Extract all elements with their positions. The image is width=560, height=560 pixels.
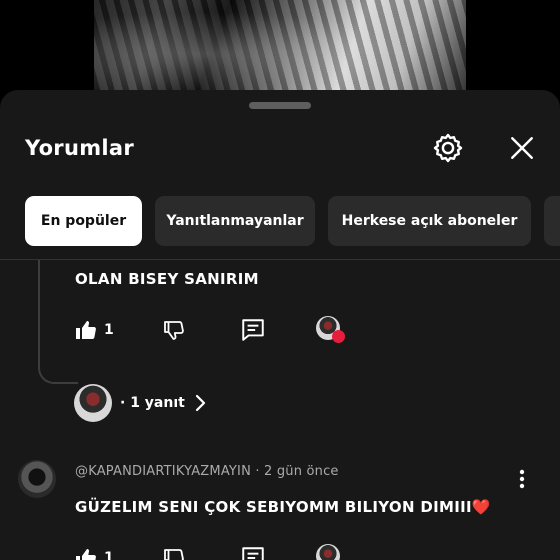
author-avatar[interactable] [18, 460, 56, 498]
reply-avatar [74, 384, 112, 422]
comment-time: · 2 gün önce [255, 464, 339, 479]
dislike-button[interactable] [162, 318, 186, 342]
chevron-right-icon [195, 394, 205, 412]
gear-icon [433, 133, 463, 163]
comment-icon [242, 319, 264, 341]
like-button-2[interactable]: 1 [74, 546, 114, 560]
drag-handle[interactable] [249, 102, 311, 109]
filter-chips: En popüler Yanıtlanmayanlar Herkese açık… [25, 196, 560, 246]
heart-icon [331, 330, 345, 343]
like-count-2: 1 [104, 550, 114, 560]
comment-meta: @KAPANDIARTIKYAZMAYIN · 2 gün önce [75, 464, 339, 479]
comment-text: OLAN BISEY SANIRIM [75, 270, 259, 288]
dislike-button-2[interactable] [162, 546, 186, 560]
like-button[interactable]: 1 [74, 318, 114, 342]
close-icon [511, 137, 533, 159]
thumbs-up-icon [76, 549, 96, 560]
reply-button-2[interactable] [240, 545, 266, 560]
reply-button[interactable] [240, 317, 266, 343]
comment-author[interactable]: @KAPANDIARTIKYAZMAYIN [75, 464, 251, 479]
creator-heart-2 [315, 544, 344, 560]
chip-en-populer[interactable]: En popüler [25, 196, 142, 246]
more-vert-icon[interactable] [512, 468, 532, 490]
chip-yanitlanmayanlar[interactable]: Yanıtlanmayanlar [155, 196, 315, 246]
replies-label: · 1 yanıt [120, 395, 185, 411]
creator-heart [315, 316, 345, 344]
thumbs-down-icon [163, 549, 184, 560]
thread-line [38, 260, 78, 384]
comment-actions-2: 1 [74, 544, 344, 560]
comment-icon [242, 547, 264, 560]
comment-actions: 1 [74, 316, 345, 344]
thumbs-down-icon [163, 321, 184, 340]
replies-button[interactable]: · 1 yanıt [74, 384, 209, 422]
comment-text-2: GÜZELIM SENI ÇOK SEBIYOMM BILIYON DIMIII… [75, 498, 491, 516]
close-button[interactable] [502, 128, 542, 168]
sheet-title: Yorumlar [25, 136, 135, 160]
like-count: 1 [104, 322, 114, 338]
chip-herkese-acik-aboneler[interactable]: Herkese açık aboneler [328, 196, 531, 246]
creator-avatar [315, 544, 340, 560]
thumbs-up-icon [76, 321, 96, 339]
comments-sheet: Yorumlar En popüler Yanıtlanmayanlar Her… [0, 90, 560, 560]
chip-more[interactable] [544, 196, 560, 246]
video-player[interactable] [94, 0, 466, 90]
settings-button[interactable] [428, 128, 468, 168]
divider [0, 259, 560, 260]
